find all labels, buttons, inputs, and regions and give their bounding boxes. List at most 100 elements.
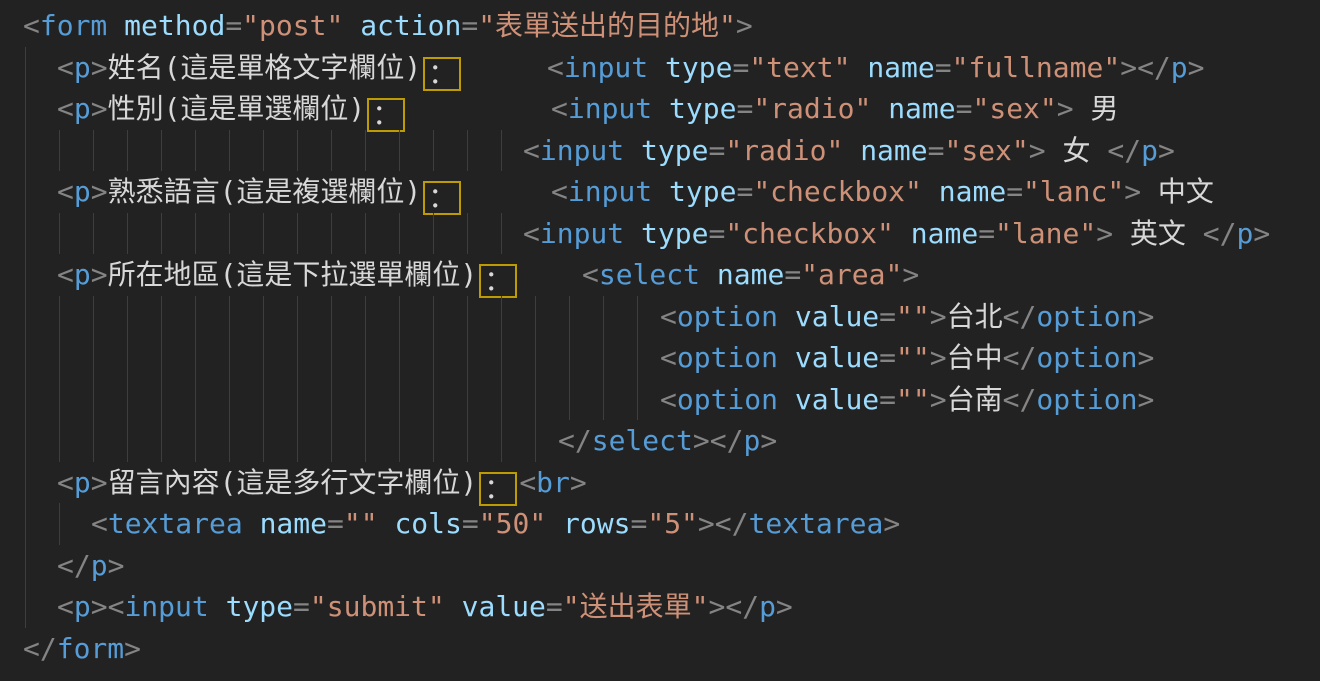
syntax-attribute-name: name [888, 92, 955, 125]
code-chunk: <option value="">台中</option> [660, 337, 1154, 379]
code-chunk: <p>所在地區(這是下拉選單欄位)： [57, 254, 519, 298]
unicode-highlight-colon: ： [367, 98, 405, 132]
syntax-attribute-name: name [860, 134, 927, 167]
syntax-attribute-name: value [795, 300, 879, 333]
syntax-tag-name: p [1141, 134, 1158, 167]
syntax-punctuation: = [225, 9, 242, 42]
syntax-punctuation: > [91, 175, 108, 208]
unicode-highlight-colon: ： [423, 181, 461, 215]
syntax-attribute-name: name [939, 175, 1006, 208]
syntax-punctuation: > [91, 258, 108, 291]
syntax-tag-name: option [677, 300, 778, 333]
syntax-punctuation: = [879, 383, 896, 416]
syntax-tag-name: input [564, 51, 648, 84]
syntax-punctuation: = [935, 51, 952, 84]
syntax-text [700, 258, 717, 291]
syntax-tag-name: p [74, 92, 91, 125]
syntax-tag-name: p [74, 51, 91, 84]
syntax-string: "radio" [725, 134, 843, 167]
code-line: <option value="">台北</option> [0, 296, 1320, 338]
code-line: <textarea name="" cols="50" rows="5"></t… [0, 503, 1320, 545]
syntax-tag-name: input [540, 134, 624, 167]
syntax-punctuation: > [1057, 92, 1074, 125]
indent-guides [25, 462, 55, 504]
code-line: <option value="">台中</option> [0, 337, 1320, 379]
indent-guides [25, 130, 515, 172]
syntax-punctuation: > [91, 590, 108, 623]
code-line: <input type="radio" name="sex"> 女 </p> [0, 130, 1320, 172]
syntax-punctuation: > [91, 51, 108, 84]
code-chunk: <p>姓名(這是單格文字欄位)： [57, 47, 463, 91]
syntax-punctuation: </ [1003, 383, 1037, 416]
syntax-text: 熟悉語言(這是複選欄位) [108, 175, 422, 208]
syntax-punctuation: > [108, 549, 125, 582]
syntax-text [652, 92, 669, 125]
code-chunk: <input type="radio" name="sex"> 女 </p> [523, 130, 1175, 172]
syntax-text: 所在地區(這是下拉選單欄位) [108, 258, 478, 291]
syntax-punctuation: </ [710, 424, 744, 457]
indent-guides [25, 254, 55, 296]
syntax-punctuation: < [91, 507, 108, 540]
syntax-text [343, 9, 360, 42]
syntax-punctuation: = [978, 217, 995, 250]
syntax-punctuation: = [461, 9, 478, 42]
syntax-tag-name: p [74, 590, 91, 623]
syntax-text [378, 507, 395, 540]
code-line: <p>性別(這是單選欄位)：<input type="radio" name="… [0, 88, 1320, 130]
syntax-punctuation: > [1138, 300, 1155, 333]
syntax-punctuation: = [732, 51, 749, 84]
syntax-punctuation: </ [715, 507, 749, 540]
syntax-text: 性別(這是單選欄位) [108, 92, 366, 125]
code-chunk: <p>留言內容(這是多行文字欄位)：<br> [57, 462, 587, 506]
code-chunk: <input type="text" name="fullname"></p> [547, 47, 1205, 89]
syntax-punctuation: < [57, 590, 74, 623]
syntax-punctuation: = [784, 258, 801, 291]
code-chunk: <input type="radio" name="sex"> 男 [551, 88, 1119, 130]
syntax-punctuation: > [1158, 134, 1175, 167]
syntax-string: "表單送出的目的地" [478, 9, 736, 42]
syntax-text: 姓名(這是單格文字欄位) [108, 51, 422, 84]
syntax-punctuation: < [57, 51, 74, 84]
syntax-tag-name: p [74, 175, 91, 208]
syntax-tag-name: input [568, 175, 652, 208]
syntax-text [894, 217, 911, 250]
syntax-punctuation: = [736, 175, 753, 208]
syntax-tag-name: option [1036, 300, 1137, 333]
syntax-text: 男 [1074, 92, 1119, 125]
syntax-tag-name: input [568, 92, 652, 125]
syntax-string: "" [344, 507, 378, 540]
code-editor[interactable]: <form method="post" action="表單送出的目的地"><p… [0, 0, 1320, 681]
syntax-text [778, 341, 795, 374]
syntax-string: "送出表單" [563, 590, 709, 623]
syntax-tag-name: option [677, 383, 778, 416]
syntax-string: "lane" [995, 217, 1096, 250]
syntax-text [243, 507, 260, 540]
syntax-text: 留言內容(這是多行文字欄位) [108, 466, 478, 499]
code-chunk: <option value="">台北</option> [660, 296, 1154, 338]
code-line: <option value="">台南</option> [0, 379, 1320, 421]
syntax-attribute-name: method [124, 9, 225, 42]
syntax-text [778, 383, 795, 416]
syntax-text: 中文 [1141, 175, 1214, 208]
syntax-string: "" [896, 300, 930, 333]
syntax-attribute-name: name [260, 507, 327, 540]
syntax-punctuation: > [760, 424, 777, 457]
syntax-tag-name: p [74, 258, 91, 291]
syntax-tag-name: option [1036, 341, 1137, 374]
syntax-attribute-name: cols [394, 507, 461, 540]
syntax-punctuation: > [91, 466, 108, 499]
code-line: </select></p> [0, 420, 1320, 462]
code-line: <p>姓名(這是單格文字欄位)：<input type="text" name=… [0, 47, 1320, 89]
code-line: <p>所在地區(這是下拉選單欄位)：<select name="area"> [0, 254, 1320, 296]
syntax-punctuation: </ [1137, 51, 1171, 84]
indent-guides [25, 420, 545, 462]
syntax-tag-name: option [1036, 383, 1137, 416]
syntax-tag-name: option [677, 341, 778, 374]
syntax-text [624, 217, 641, 250]
syntax-punctuation: > [1188, 51, 1205, 84]
syntax-punctuation: </ [23, 632, 57, 665]
code-chunk: </p> [57, 545, 124, 587]
code-chunk: <textarea name="" cols="50" rows="5"></t… [91, 503, 900, 545]
syntax-string: "checkbox" [725, 217, 894, 250]
syntax-text [648, 51, 665, 84]
